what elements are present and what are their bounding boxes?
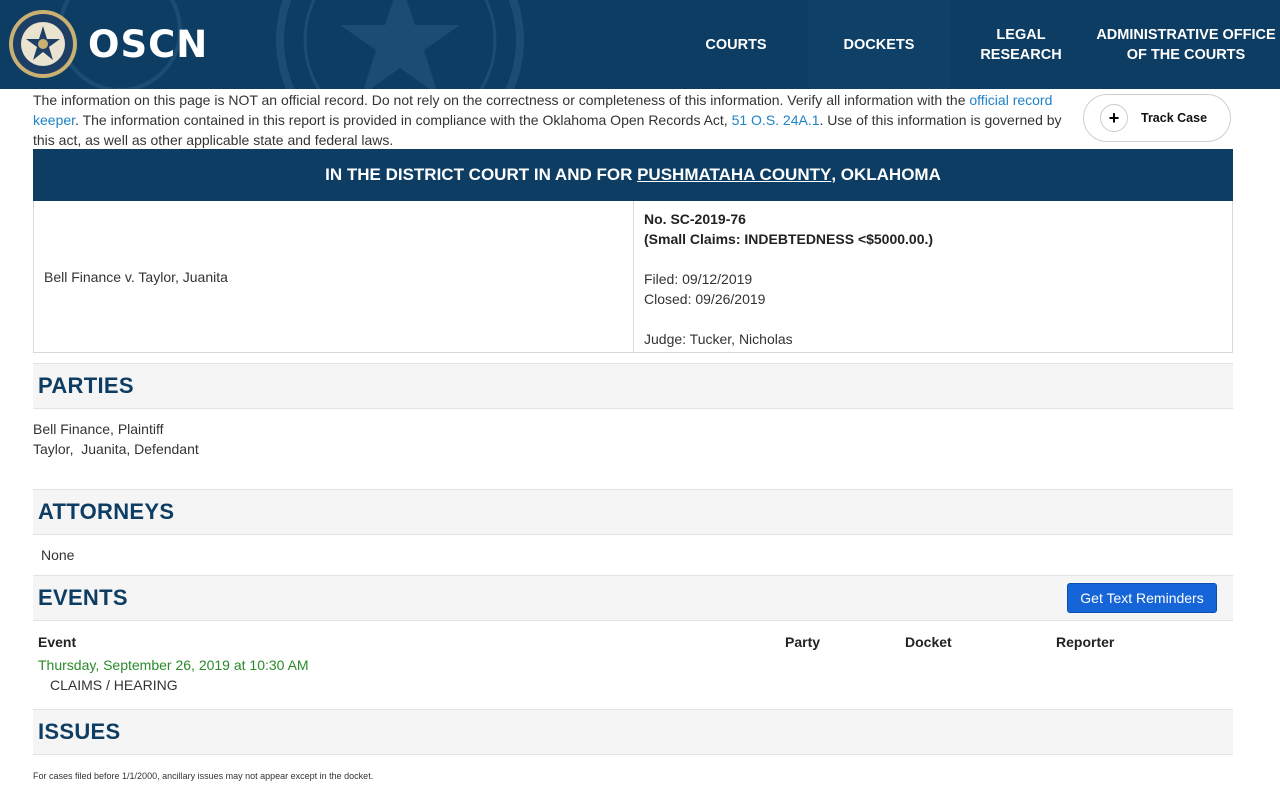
case-type: (Small Claims: INDEBTEDNESS <$5000.00.) <box>644 231 934 247</box>
attorneys-none: None <box>41 547 75 563</box>
court-title-banner: IN THE DISTRICT COURT IN AND FOR PUSHMAT… <box>33 149 1233 201</box>
attorneys-section-header: ATTORNEYS <box>33 489 1233 535</box>
disclaimer-text-1: The information on this page is NOT an o… <box>33 92 970 108</box>
nav-courts-label: COURTS <box>705 36 767 53</box>
party-item: Taylor, Juanita, Defendant <box>33 441 199 457</box>
open-records-act-link[interactable]: 51 O.S. 24A.1 <box>732 112 820 128</box>
get-text-reminders-button[interactable]: Get Text Reminders <box>1067 583 1217 613</box>
site-header: OSCN COURTS DOCKETS LEGAL RESEARCH ADMINI… <box>0 0 1280 89</box>
events-section-header: EVENTS Get Text Reminders <box>33 575 1233 621</box>
court-suffix: , OKLAHOMA <box>831 165 941 184</box>
case-number: No. SC-2019-76 <box>644 211 746 227</box>
plus-icon: + <box>1100 104 1128 132</box>
disclaimer-notice: The information on this page is NOT an o… <box>33 90 1073 150</box>
events-column-reporter: Reporter <box>1056 634 1115 650</box>
track-case-label: Track Case <box>1141 111 1208 125</box>
nav-legal-label-line2: RESEARCH <box>980 46 1062 63</box>
case-style-cell: Bell Finance v. Taylor, Juanita <box>34 201 634 352</box>
issues-footnote: For cases filed before 1/1/2000, ancilla… <box>33 771 374 781</box>
events-column-docket: Docket <box>905 634 952 650</box>
closed-date: Closed: 09/26/2019 <box>644 291 766 307</box>
county-link[interactable]: PUSHMATAHA COUNTY <box>637 165 831 185</box>
party-item: Bell Finance, Plaintiff <box>33 421 164 437</box>
events-heading: EVENTS <box>38 585 128 610</box>
events-column-party: Party <box>785 634 821 650</box>
case-info-table: Bell Finance v. Taylor, Juanita No. SC-2… <box>33 201 1233 353</box>
judge: Judge: Tucker, Nicholas <box>644 331 793 347</box>
nav-dockets[interactable]: DOCKETS <box>808 0 950 89</box>
disclaimer-text-2: . The information contained in this repo… <box>75 112 732 128</box>
nav-courts[interactable]: COURTS <box>665 0 807 89</box>
nav-admin-label-line2: OF THE COURTS <box>1126 46 1246 63</box>
parties-list: Bell Finance, Plaintiff Taylor, Juanita,… <box>33 419 199 459</box>
supreme-court-seal-logo[interactable] <box>8 9 78 79</box>
issues-heading: ISSUES <box>38 719 121 744</box>
site-brand[interactable]: OSCN <box>88 22 208 68</box>
header-background-seal-decoration <box>58 0 524 89</box>
parties-heading: PARTIES <box>38 373 134 398</box>
court-prefix: IN THE DISTRICT COURT IN AND FOR <box>325 165 638 184</box>
parties-section-header: PARTIES <box>33 363 1233 409</box>
nav-admin-label-line1: ADMINISTRATIVE OFFICE <box>1096 26 1276 43</box>
nav-legal-label-line1: LEGAL <box>996 26 1046 43</box>
track-case-button[interactable]: + Track Case <box>1083 94 1231 142</box>
nav-administrative-office[interactable]: ADMINISTRATIVE OFFICE OF THE COURTS <box>1092 0 1280 89</box>
issues-section-header: ISSUES <box>33 709 1233 755</box>
events-column-event: Event <box>38 634 77 650</box>
filed-date: Filed: 09/12/2019 <box>644 271 753 287</box>
attorneys-heading: ATTORNEYS <box>38 499 175 524</box>
case-details-cell: No. SC-2019-76 (Small Claims: INDEBTEDNE… <box>634 201 933 352</box>
nav-dockets-label: DOCKETS <box>843 36 915 53</box>
nav-legal-research[interactable]: LEGAL RESEARCH <box>950 0 1092 89</box>
event-description: CLAIMS / HEARING <box>50 677 178 693</box>
event-date: Thursday, September 26, 2019 at 10:30 AM <box>38 657 309 673</box>
case-style: Bell Finance v. Taylor, Juanita <box>44 268 228 285</box>
